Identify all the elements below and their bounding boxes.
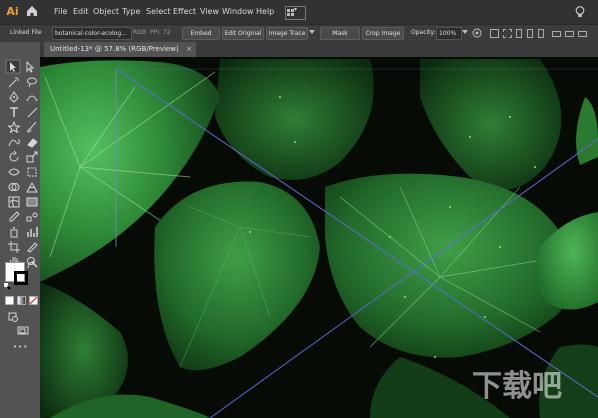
tools-panel: ••• — [0, 57, 41, 418]
pen-tool-icon[interactable] — [8, 91, 20, 103]
image-trace-dropdown-icon[interactable] — [309, 30, 315, 34]
menu-window[interactable]: Window — [222, 4, 254, 20]
embed-button[interactable]: Embed — [182, 27, 220, 40]
close-tab-icon[interactable]: × — [186, 42, 192, 57]
watermark-text: 下载吧 — [472, 369, 562, 404]
workspace-switcher-icon[interactable]: ▾ — [285, 6, 306, 20]
edit-original-button[interactable]: Edit Original — [222, 27, 264, 40]
magic-wand-icon[interactable] — [8, 76, 20, 88]
menu-edit[interactable]: Edit — [73, 4, 89, 20]
blend-tool-icon[interactable] — [26, 211, 38, 223]
rotate-tool-icon[interactable] — [8, 151, 20, 163]
menu-select[interactable]: Select — [146, 4, 171, 20]
draw-normal-icon[interactable] — [7, 311, 19, 323]
gradient-tool-icon[interactable] — [26, 196, 38, 208]
line-tool-icon[interactable] — [26, 106, 38, 118]
control-bar: Linked File botanical-color-ecolog... RG… — [0, 24, 598, 42]
menu-help[interactable]: Help — [256, 4, 274, 20]
edit-toolbar-more[interactable]: ••• — [13, 343, 28, 351]
crop-image-button[interactable]: Crop Image — [362, 27, 404, 40]
lasso-icon[interactable] — [26, 76, 38, 88]
illustrator-logo: Ai — [6, 5, 19, 18]
menu-view[interactable]: View — [200, 4, 219, 20]
eyedropper-icon[interactable] — [8, 211, 20, 223]
align-to-icon[interactable] — [490, 29, 499, 38]
width-tool-icon[interactable] — [8, 166, 20, 178]
column-graph-icon[interactable] — [26, 226, 38, 238]
color-mode-icon[interactable] — [5, 296, 14, 305]
align-left-icon[interactable] — [516, 29, 522, 38]
color-mode-label: RGB — [133, 29, 146, 36]
opacity-dropdown-icon[interactable] — [462, 30, 468, 34]
gradient-mode-icon[interactable] — [17, 296, 26, 305]
opacity-input[interactable]: 100% — [436, 27, 462, 40]
type-tool-icon[interactable] — [8, 106, 20, 118]
selection-tool-icon[interactable] — [7, 61, 19, 73]
mask-button[interactable]: Mask — [320, 27, 360, 40]
eraser-icon[interactable] — [26, 136, 38, 148]
swap-colors-icon[interactable] — [27, 261, 35, 269]
star-tool-icon[interactable] — [8, 121, 20, 133]
align-center-icon[interactable] — [527, 29, 533, 38]
recolor-icon[interactable] — [472, 28, 482, 38]
artboard-tool-icon[interactable] — [8, 241, 20, 253]
free-transform-icon[interactable] — [26, 166, 38, 178]
shaper-tool-icon[interactable] — [8, 136, 20, 148]
screen-mode-icon[interactable] — [17, 325, 29, 337]
shape-builder-icon[interactable] — [8, 181, 20, 193]
perspective-grid-icon[interactable] — [26, 181, 38, 193]
curvature-icon[interactable] — [26, 91, 38, 103]
linked-file-name[interactable]: botanical-color-ecolog... — [52, 27, 132, 40]
menu-effect[interactable]: Effect — [173, 4, 196, 20]
paintbrush-icon[interactable] — [26, 121, 38, 133]
menu-object[interactable]: Object — [93, 4, 119, 20]
lightbulb-icon[interactable] — [573, 5, 587, 19]
image-trace-button[interactable]: Image Trace — [266, 27, 308, 40]
transform-icon[interactable] — [503, 29, 512, 38]
document-tab-bar: Untitled-13* @ 57.8% (RGB/Preview) × — [40, 42, 598, 57]
scale-tool-icon[interactable] — [26, 151, 38, 163]
align-right-icon[interactable] — [538, 29, 544, 38]
none-mode-icon[interactable] — [29, 296, 38, 305]
align-top-icon[interactable] — [552, 31, 561, 37]
menu-file[interactable]: File — [54, 4, 67, 20]
opacity-label: Opacity: — [411, 29, 436, 36]
menu-type[interactable]: Type — [122, 4, 140, 20]
direct-selection-tool-icon[interactable] — [25, 61, 37, 73]
ppi-label: PPI: 72 — [150, 29, 171, 36]
menu-bar: Ai File Edit Object Type Select Effect V… — [0, 0, 598, 24]
document-tab-title: Untitled-13* @ 57.8% (RGB/Preview) — [50, 45, 179, 53]
align-bottom-icon[interactable] — [578, 31, 587, 37]
document-tab[interactable]: Untitled-13* @ 57.8% (RGB/Preview) × — [44, 42, 196, 57]
canvas[interactable]: 下载吧 — [40, 57, 598, 418]
linked-file-link[interactable]: Linked File — [10, 27, 42, 39]
home-icon[interactable] — [25, 4, 39, 18]
default-colors-icon[interactable] — [4, 283, 11, 290]
stroke-swatch[interactable] — [14, 271, 28, 285]
align-middle-icon[interactable] — [565, 31, 574, 37]
slice-tool-icon[interactable] — [26, 241, 38, 253]
symbol-sprayer-icon[interactable] — [8, 226, 20, 238]
mesh-tool-icon[interactable] — [8, 196, 20, 208]
